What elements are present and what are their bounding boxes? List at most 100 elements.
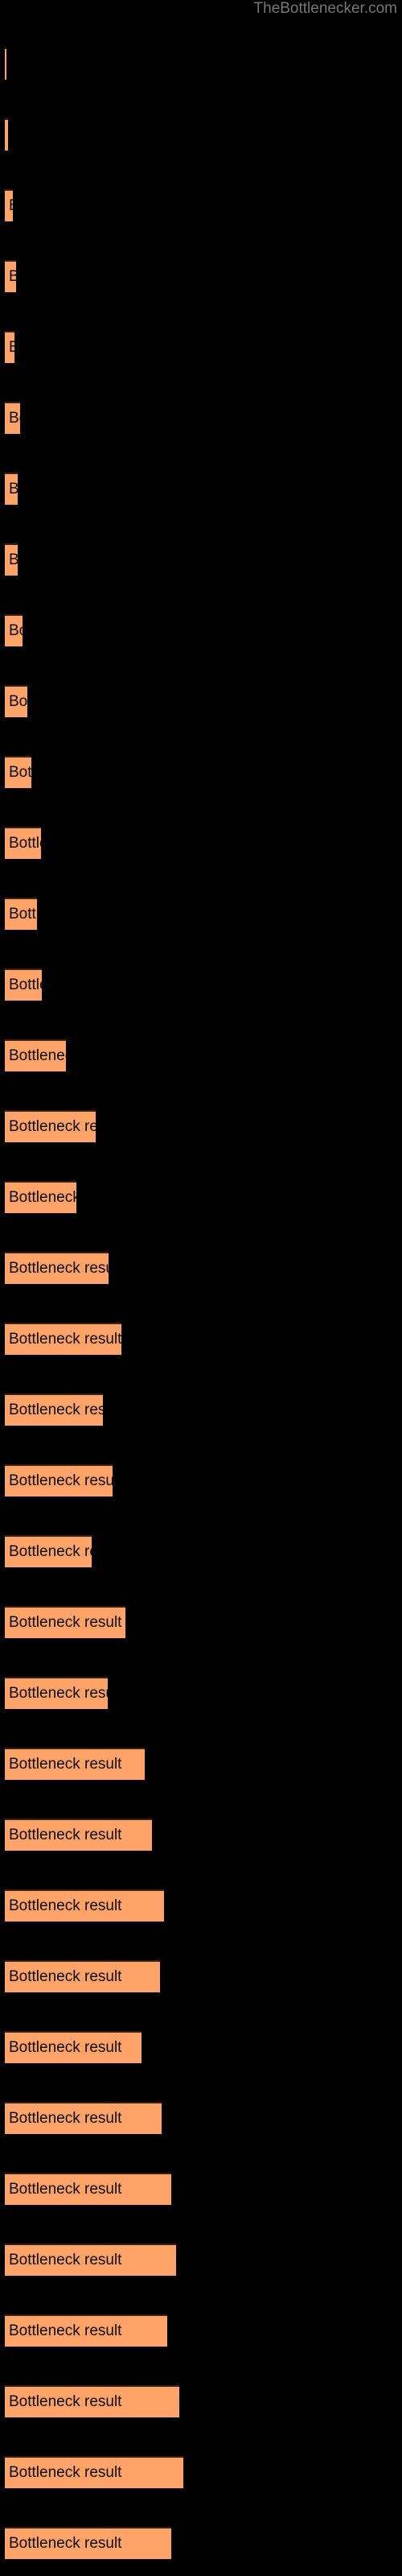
bar-label: Bottleneck result <box>9 339 14 356</box>
bar-row: Bottleneck result <box>0 2385 402 2417</box>
bar-row: Bottleneck result <box>0 402 402 434</box>
bar-row: Bottleneck result <box>0 118 402 151</box>
bar-label-clip: Bottleneck result <box>5 47 6 80</box>
bar-row: Bottleneck result <box>0 47 402 80</box>
bar-label-clip: Bottleneck result <box>5 118 8 151</box>
bar-row: Bottleneck result <box>0 756 402 788</box>
bar-label-clip: Bottleneck result <box>5 543 18 576</box>
bar-row: Bottleneck result <box>0 473 402 505</box>
bar-label-clip: Bottleneck result <box>5 1110 96 1142</box>
bar-row: Bottleneck result <box>0 189 402 221</box>
bar-label-clip: Bottleneck result <box>5 2031 142 2063</box>
bar-row: Bottleneck result <box>0 1181 402 1213</box>
bar-row: Bottleneck result <box>0 1323 402 1355</box>
bar-row: Bottleneck result <box>0 2173 402 2205</box>
bar-label: Bottleneck result <box>9 2393 122 2410</box>
bar-label-clip: Bottleneck result <box>5 2456 183 2488</box>
bar-label: Bottleneck result <box>9 268 16 285</box>
bar-label: Bottleneck result <box>9 693 27 710</box>
bar-label: Bottleneck result <box>9 976 42 993</box>
bar-label-clip: Bottleneck result <box>5 1818 152 1851</box>
bar-row: Bottleneck result <box>0 1535 402 1567</box>
bar-label: Bottleneck result <box>9 1543 92 1560</box>
bar-label-clip: Bottleneck result <box>5 473 18 505</box>
bar-label: Bottleneck result <box>9 2252 122 2268</box>
bar-label: Bottleneck result <box>9 2110 122 2127</box>
bar-label: Bottleneck result <box>9 2322 122 2339</box>
bar-label-clip: Bottleneck result <box>5 1535 92 1567</box>
bar-label: Bottleneck result <box>9 1827 122 1843</box>
bar-label: Bottleneck result <box>9 2535 122 2552</box>
bar-label-clip: Bottleneck result <box>5 1252 109 1284</box>
site-watermark: TheBottlenecker.com <box>253 0 397 17</box>
bar-label-clip: Bottleneck result <box>5 2385 179 2417</box>
bar-row: Bottleneck result <box>0 898 402 930</box>
bar-row: Bottleneck result <box>0 1464 402 1496</box>
bar-label-clip: Bottleneck result <box>5 2314 167 2347</box>
bar-label-clip: Bottleneck result <box>5 1464 113 1496</box>
bar-label-clip: Bottleneck result <box>5 614 23 646</box>
bar-label: Bottleneck result <box>9 481 18 497</box>
bar-label: Bottleneck result <box>9 1402 103 1418</box>
bar-label-clip: Bottleneck result <box>5 402 20 434</box>
bar-row: Bottleneck result <box>0 2456 402 2488</box>
bar-label-clip: Bottleneck result <box>5 189 13 221</box>
bar-label-clip: Bottleneck result <box>5 2173 171 2205</box>
bar-row: Bottleneck result <box>0 1960 402 1992</box>
bar-label: Bottleneck result <box>9 1047 66 1064</box>
bar-row: Bottleneck result <box>0 543 402 576</box>
bar-label-clip: Bottleneck result <box>5 1393 103 1426</box>
bar-label: Bottleneck result <box>9 1472 113 1489</box>
bar-row: Bottleneck result <box>0 2314 402 2347</box>
bar-row: Bottleneck result <box>0 1110 402 1142</box>
bar-row: Bottleneck result <box>0 1677 402 1709</box>
bar-label: Bottleneck result <box>9 1897 122 1914</box>
bar-row: Bottleneck result <box>0 685 402 717</box>
bar-row: Bottleneck result <box>0 1393 402 1426</box>
bar-row: Bottleneck result <box>0 1039 402 1071</box>
bar-row: Bottleneck result <box>0 827 402 859</box>
bar-label-clip: Bottleneck result <box>5 260 16 292</box>
bar-label: Bottleneck result <box>9 1968 122 1985</box>
bar-row: Bottleneck result <box>0 1748 402 1780</box>
bar-label-clip: Bottleneck result <box>5 968 42 1001</box>
bar-row: Bottleneck result <box>0 2244 402 2276</box>
bar-label-clip: Bottleneck result <box>5 2102 162 2134</box>
bar-row: Bottleneck result <box>0 968 402 1001</box>
bar-row: Bottleneck result <box>0 2031 402 2063</box>
bar-row: Bottleneck result <box>0 614 402 646</box>
bar-label: Bottleneck result <box>9 764 31 781</box>
bar-label: Bottleneck result <box>9 410 20 427</box>
bar-label: Bottleneck result <box>9 2039 122 2056</box>
bar-row: Bottleneck result <box>0 2102 402 2134</box>
bar-label: Bottleneck result <box>9 1189 76 1206</box>
bar-label-clip: Bottleneck result <box>5 898 37 930</box>
bar-label: Bottleneck result <box>9 1331 121 1348</box>
bar-row: Bottleneck result <box>0 1818 402 1851</box>
bar-label-clip: Bottleneck result <box>5 1960 160 1992</box>
bar-label-clip: Bottleneck result <box>5 1039 66 1071</box>
bar-label: Bottleneck result <box>9 1260 109 1277</box>
bar-row: Bottleneck result <box>0 1252 402 1284</box>
bar-label-clip: Bottleneck result <box>5 1889 164 1922</box>
bar-row: Bottleneck result <box>0 260 402 292</box>
bar-label: Bottleneck result <box>9 1756 122 1773</box>
bar-label-clip: Bottleneck result <box>5 1323 121 1355</box>
bar-row: Bottleneck result <box>0 1889 402 1922</box>
bar-label-clip: Bottleneck result <box>5 1677 108 1709</box>
bar-label: Bottleneck result <box>9 622 23 639</box>
bar-label: Bottleneck result <box>9 1614 122 1631</box>
bar-row: Bottleneck result <box>0 2527 402 2559</box>
bar-label: Bottleneck result <box>9 2181 122 2198</box>
bar-label: Bottleneck result <box>9 551 18 568</box>
bar-label: Bottleneck result <box>9 1118 96 1135</box>
bar-label-clip: Bottleneck result <box>5 1181 76 1213</box>
plot-area: Bottleneck result Bottleneck result Bottle… <box>0 0 402 2576</box>
bar-label: Bottleneck result <box>9 906 37 923</box>
bar-label: Bottleneck result <box>9 189 13 221</box>
bar-label-clip: Bottleneck result <box>5 1606 125 1638</box>
bar-label-clip: Bottleneck result <box>5 2527 171 2559</box>
bar-label-clip: Bottleneck result <box>5 756 31 788</box>
bar-label-clip: Bottleneck result <box>5 331 14 363</box>
bar-label: Bottleneck result <box>9 1685 108 1702</box>
